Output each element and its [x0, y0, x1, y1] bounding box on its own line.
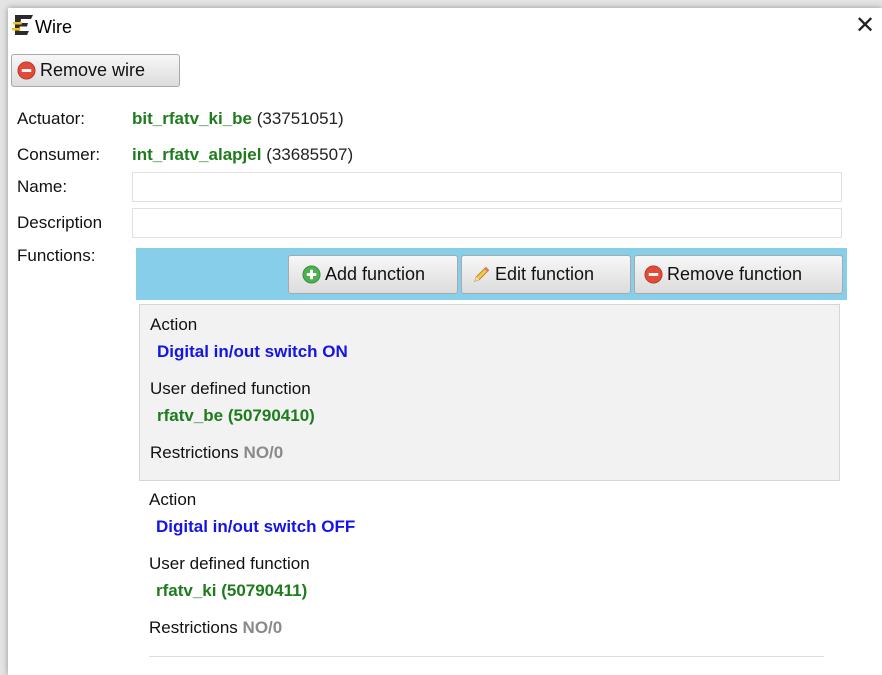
actuator-label: Actuator: — [17, 109, 86, 128]
restrictions-label: Restrictions — [150, 443, 239, 462]
action-value: Digital in/out switch OFF — [156, 517, 356, 536]
consumer-name: int_rfatv_alapjel — [132, 145, 262, 164]
restrictions-line: Restrictions NO/0 — [149, 618, 282, 638]
app-logo-icon — [12, 15, 33, 35]
remove-wire-button[interactable]: Remove wire — [11, 54, 180, 87]
action-value: Digital in/out switch ON — [157, 342, 348, 361]
add-function-label: Add function — [325, 264, 426, 284]
remove-function-button[interactable]: Remove function — [634, 255, 843, 294]
restrictions-line: Restrictions NO/0 — [150, 443, 283, 463]
actuator-id: (33751051) — [256, 109, 344, 128]
remove-function-label: Remove function — [667, 264, 803, 284]
edit-function-button[interactable]: Edit function — [461, 255, 631, 294]
restrictions-label: Restrictions — [149, 618, 238, 637]
action-label: Action — [150, 315, 198, 334]
functions-panel: Add function Edit function Remove functi… — [136, 248, 847, 675]
close-button[interactable]: ✕ — [850, 12, 880, 40]
functions-label: Functions: — [17, 246, 96, 265]
close-icon: ✕ — [854, 12, 876, 39]
description-input[interactable] — [132, 208, 842, 238]
plus-circle-icon — [302, 265, 321, 284]
minus-circle-icon — [17, 61, 36, 80]
name-label: Name: — [17, 177, 68, 196]
udf-label: User defined function — [149, 554, 310, 573]
actuator-value: bit_rfatv_ki_be (33751051) — [132, 109, 344, 129]
edit-function-label: Edit function — [495, 264, 595, 284]
restrictions-value: NO/0 — [242, 618, 283, 637]
pencil-icon — [474, 266, 490, 282]
window-title: Wire — [35, 17, 72, 37]
name-input[interactable] — [132, 172, 842, 202]
function-item[interactable]: Action Digital in/out switch ON User def… — [139, 304, 840, 481]
udf-label: User defined function — [150, 379, 311, 398]
restrictions-value: NO/0 — [243, 443, 284, 462]
action-label: Action — [149, 490, 197, 509]
actuator-name: bit_rfatv_ki_be — [132, 109, 252, 128]
functions-toolbar: Add function Edit function Remove functi… — [136, 248, 847, 300]
title-bar: Wire ✕ — [8, 8, 882, 50]
item-divider — [149, 656, 824, 657]
function-item[interactable]: Action Digital in/out switch OFF User de… — [139, 484, 840, 666]
consumer-label: Consumer: — [17, 145, 101, 164]
add-function-button[interactable]: Add function — [288, 255, 458, 294]
consumer-id: (33685507) — [266, 145, 354, 164]
consumer-value: int_rfatv_alapjel (33685507) — [132, 145, 353, 165]
udf-value: rfatv_ki (50790411) — [156, 581, 308, 600]
wire-dialog: Wire ✕ Remove wire Actuator: bit_rfatv_k… — [8, 8, 882, 675]
remove-wire-label: Remove wire — [40, 60, 146, 80]
udf-value: rfatv_be (50790410) — [157, 406, 315, 425]
description-label: Description — [17, 213, 103, 232]
minus-circle-icon — [644, 265, 663, 284]
